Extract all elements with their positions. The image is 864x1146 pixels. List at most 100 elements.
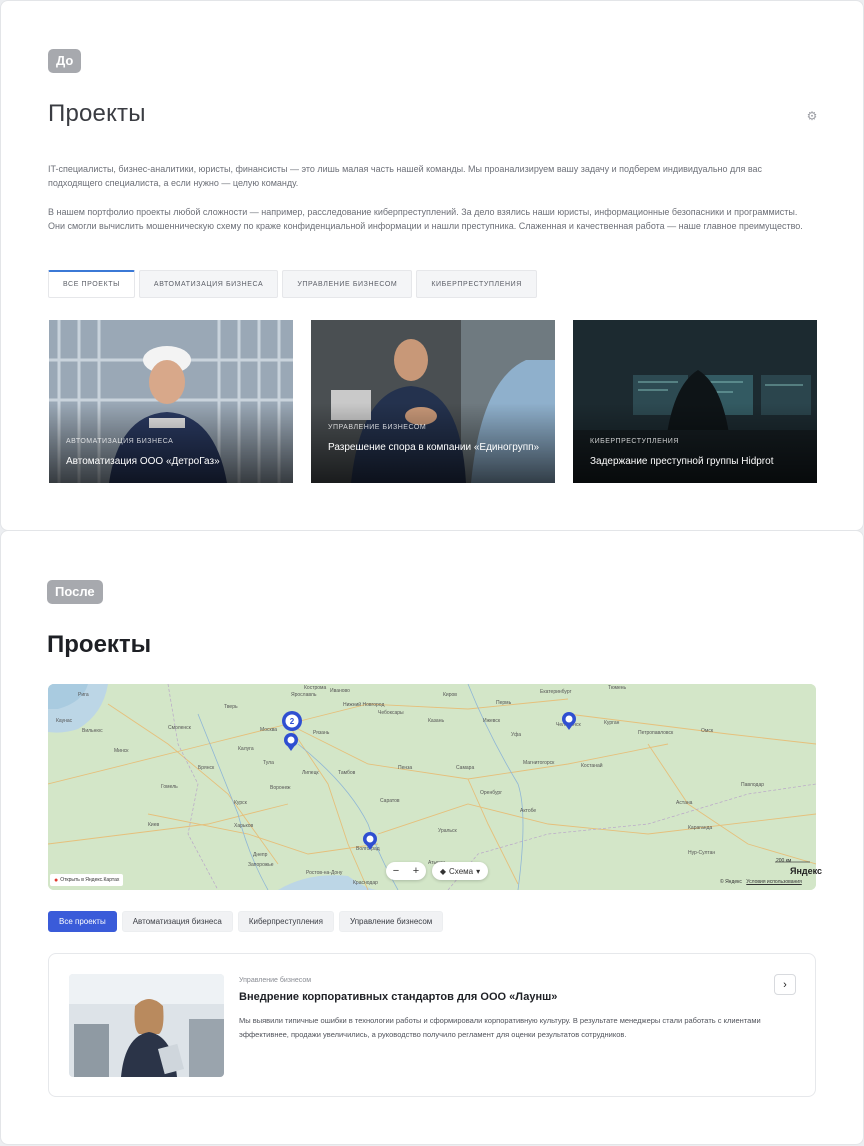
layer-label: Схема [449, 866, 474, 876]
filter-all-projects[interactable]: Все проекты [48, 911, 117, 932]
filter-business-management[interactable]: Управление бизнесом [338, 911, 444, 932]
zoom-in-button[interactable]: + [413, 865, 419, 877]
map-canvas[interactable]: ЕкатеринбургТюмень ЧелябинскКурган Петро… [48, 684, 816, 890]
cluster-count: 2 [290, 717, 295, 726]
svg-text:Калуга: Калуга [238, 746, 254, 752]
card-title: Разрешение спора в компании «Единогрупп» [328, 442, 540, 453]
filter-cybercrime[interactable]: Киберпреступления [237, 911, 334, 932]
svg-text:Тверь: Тверь [224, 704, 238, 710]
project-title[interactable]: Внедрение корпоративных стандартов для О… [239, 991, 557, 1003]
svg-text:Уральск: Уральск [438, 828, 458, 834]
layer-switch-button[interactable]: ◆ Схема ▾ [432, 862, 488, 880]
svg-text:Днепр: Днепр [253, 852, 268, 858]
svg-text:Иваново: Иваново [330, 688, 350, 694]
zoom-out-button[interactable]: − [393, 865, 399, 877]
tab-business-automation[interactable]: Автоматизация бизнеса [138, 270, 279, 298]
svg-text:Вильнюс: Вильнюс [82, 728, 103, 734]
map-pin-cluster[interactable]: 2 [282, 711, 302, 731]
svg-text:Пермь: Пермь [496, 700, 512, 706]
zoom-control: − + [386, 862, 426, 880]
portfolio-paragraph: В нашем портфолио проекты любой сложност… [48, 207, 803, 231]
project-description: Мы выявили типичные ошибки в технологии … [239, 1016, 761, 1039]
svg-text:Рига: Рига [78, 692, 89, 698]
svg-text:Казань: Казань [428, 718, 444, 724]
project-thumbnail [69, 974, 224, 1077]
project-card[interactable]: Киберпреступления Задержание преступной … [573, 320, 817, 483]
svg-text:Самара: Самара [456, 765, 474, 771]
svg-text:Нижний Новгород: Нижний Новгород [343, 701, 384, 708]
tab-cybercrime[interactable]: Киберпреступления [416, 270, 537, 298]
svg-text:Ярославль: Ярославль [291, 692, 317, 698]
svg-text:Каунас: Каунас [56, 718, 73, 724]
svg-text:Кострома: Кострома [304, 685, 326, 691]
svg-text:Киев: Киев [148, 822, 159, 828]
before-tag: До [48, 49, 82, 73]
svg-text:Тамбов: Тамбов [338, 770, 356, 776]
svg-text:Петропавловск: Петропавловск [638, 730, 674, 736]
svg-text:Минск: Минск [114, 748, 129, 754]
svg-text:Оренбург: Оренбург [480, 790, 502, 796]
map-marker-icon: ● [54, 876, 59, 884]
intro-paragraph: IT-специалисты, бизнес-аналитики, юристы… [48, 164, 763, 188]
svg-text:Нур-Султан: Нур-Султан [688, 850, 715, 856]
before-panel: До Проекты ⚙ IT-специалисты, бизнес-анал… [0, 0, 864, 531]
svg-text:Гомель: Гомель [161, 784, 178, 790]
card-title: Автоматизация ООО «ДетроГаз» [66, 456, 220, 467]
project-card[interactable]: Автоматизация бизнеса Автоматизация ООО … [49, 320, 293, 483]
svg-text:Киров: Киров [443, 692, 457, 698]
svg-text:Уфа: Уфа [511, 732, 521, 738]
scale-label: 200 км [776, 858, 792, 864]
svg-text:Краснодар: Краснодар [353, 880, 378, 886]
svg-text:Чебоксары: Чебоксары [378, 710, 404, 716]
after-tag: После [47, 580, 103, 604]
map-copyright: © Яндекс Условия использования [720, 879, 802, 885]
card-title: Задержание преступной группы Hidprot [590, 456, 774, 467]
filter-business-automation[interactable]: Автоматизация бизнеса [121, 911, 233, 932]
layers-icon: ◆ [439, 866, 447, 876]
thumbnail-image-businesswoman [69, 974, 224, 1077]
project-card[interactable]: Управление бизнесом Разрешение спора в к… [311, 320, 555, 483]
svg-text:Курган: Курган [604, 720, 620, 726]
svg-text:Караганда: Караганда [688, 825, 712, 831]
project-category: Управление бизнесом [239, 977, 312, 984]
svg-text:Ростов-на-Дону: Ростов-на-Дону [306, 870, 343, 876]
card-category: Автоматизация бизнеса [66, 438, 174, 445]
svg-text:Смоленск: Смоленск [168, 725, 192, 731]
svg-text:Павлодар: Павлодар [741, 782, 764, 788]
page-title: Проекты [47, 631, 152, 658]
old-tabs: Все проекты Автоматизация бизнеса Управл… [48, 270, 537, 298]
svg-text:Омск: Омск [701, 728, 714, 734]
svg-text:Курск: Курск [234, 800, 248, 806]
yandex-logo: Яндекс [790, 866, 823, 876]
svg-text:Брянск: Брянск [198, 765, 215, 771]
open-in-yandex-link[interactable]: ● Открыть в Яндекс.Картах [50, 874, 124, 886]
svg-text:Запорожье: Запорожье [248, 862, 274, 868]
svg-text:Саратов: Саратов [380, 798, 400, 804]
svg-text:Магнитогорск: Магнитогорск [523, 760, 555, 766]
projects-map[interactable]: ЕкатеринбургТюмень ЧелябинскКурган Петро… [48, 684, 816, 890]
open-project-button[interactable]: › [774, 974, 796, 995]
project-cards: Автоматизация бизнеса Автоматизация ООО … [49, 320, 817, 483]
svg-text:Тюмень: Тюмень [608, 685, 627, 691]
svg-text:Екатеринбург: Екатеринбург [540, 689, 572, 695]
svg-text:Пенза: Пенза [398, 765, 412, 771]
tab-all-projects[interactable]: Все проекты [48, 270, 135, 298]
open-link-text: Открыть в Яндекс.Картах [60, 877, 120, 883]
terms-link[interactable]: Условия использования [746, 879, 802, 885]
svg-text:Липецк: Липецк [302, 770, 319, 776]
svg-text:Харьков: Харьков [234, 823, 254, 829]
card-category: Киберпреступления [590, 438, 679, 445]
project-list-item[interactable]: Управление бизнесом Внедрение корпоратив… [48, 953, 816, 1097]
svg-text:Астана: Астана [676, 800, 693, 806]
page-title-old: Проекты [48, 100, 146, 127]
svg-text:Актобе: Актобе [520, 808, 536, 814]
gear-icon[interactable]: ⚙ [806, 110, 818, 122]
svg-text:Рязань: Рязань [313, 730, 330, 736]
svg-text:Тула: Тула [263, 760, 274, 766]
chevron-down-icon: ▾ [476, 866, 481, 876]
svg-text:Москва: Москва [260, 727, 277, 733]
chevron-right-icon: › [783, 978, 787, 991]
tab-business-management[interactable]: Управление бизнесом [282, 270, 413, 298]
svg-text:Костанай: Костанай [581, 762, 603, 769]
svg-text:Воронеж: Воронеж [270, 785, 291, 791]
